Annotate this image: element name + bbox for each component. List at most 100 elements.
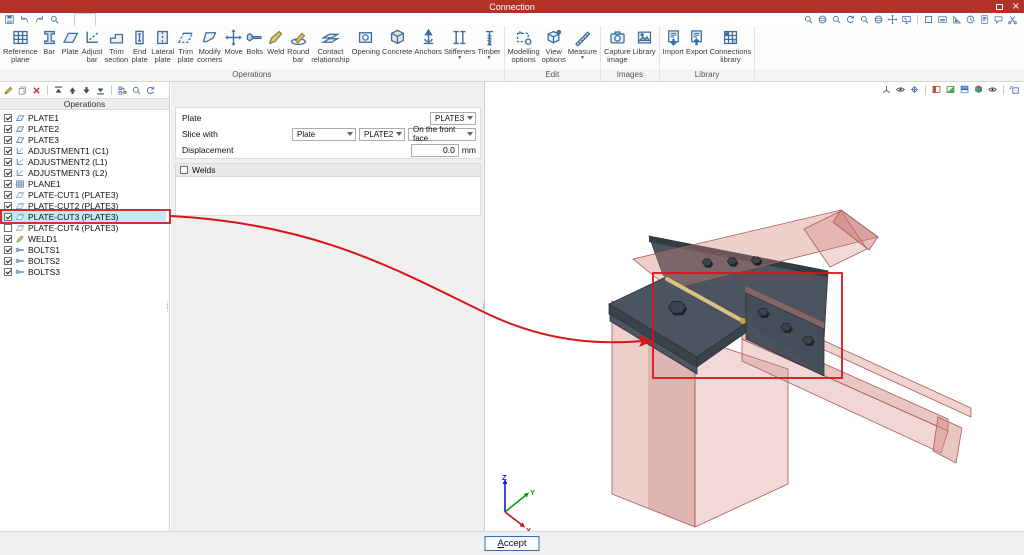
ribbon-button-connections-library[interactable]: Connections library [709, 27, 753, 66]
fit-screen-tool[interactable] [901, 14, 912, 25]
undo-button[interactable] [19, 14, 30, 25]
solid-view-toggle[interactable] [937, 14, 948, 25]
ribbon-button-measure[interactable]: Measure ▼ [567, 27, 598, 61]
close-window-button[interactable]: × [1012, 2, 1020, 12]
ribbon-button-bolts[interactable]: Bolts [244, 27, 265, 57]
camera-view-button[interactable] [895, 84, 906, 95]
ribbon-button-modify-corners[interactable]: Modify corners [196, 27, 223, 66]
item-checkbox[interactable] [4, 114, 12, 122]
protractor-tool[interactable] [951, 14, 962, 25]
tree-item-plane1[interactable]: PLANE1 [0, 178, 166, 189]
rotate-scene-button[interactable] [1009, 84, 1020, 95]
orbit-ball-tool[interactable] [873, 14, 884, 25]
search-operations-button[interactable] [131, 85, 142, 96]
ribbon-button-concrete[interactable]: Concrete [381, 27, 413, 57]
slice-type-select[interactable]: Plate [292, 128, 356, 141]
zoom-all-tool[interactable] [817, 14, 828, 25]
orbit-view-button[interactable] [909, 84, 920, 95]
front-view-button[interactable] [931, 84, 942, 95]
item-checkbox[interactable] [4, 268, 12, 276]
3d-viewport[interactable]: ZYX [486, 82, 1024, 531]
redo-button[interactable] [34, 14, 45, 25]
item-checkbox[interactable] [4, 257, 12, 265]
rotate-view-tool[interactable] [845, 14, 856, 25]
item-checkbox[interactable] [4, 224, 12, 232]
ribbon-tab[interactable] [116, 13, 136, 26]
ribbon-button-trim-section[interactable]: Trim section [103, 27, 129, 66]
welds-checkbox[interactable] [180, 166, 188, 174]
edit-operation-button[interactable] [3, 85, 14, 96]
tree-item-weld1[interactable]: WELD1 [0, 233, 166, 244]
ribbon-button-lateral-plate[interactable]: Lateral plate [150, 27, 175, 66]
tree-item-adjustment1[interactable]: ADJUSTMENT1 (C1) [0, 145, 166, 156]
ribbon-button-stiffeners[interactable]: Stiffeners ▼ [443, 27, 477, 61]
tree-item-bolts1[interactable]: BOLTS1 [0, 244, 166, 255]
section-cut-tool[interactable] [1007, 14, 1018, 25]
ribbon-button-import[interactable]: Import [662, 27, 685, 57]
move-down-button[interactable] [81, 85, 92, 96]
separator[interactable] [917, 15, 918, 25]
ribbon-button-anchors[interactable]: Anchors [413, 27, 443, 57]
ribbon-button-library[interactable]: Library [632, 27, 657, 57]
item-checkbox[interactable] [4, 246, 12, 254]
zoom-selection-tool[interactable] [803, 14, 814, 25]
tree-item-adjustment2[interactable]: ADJUSTMENT2 (L1) [0, 156, 166, 167]
connection-3d-model[interactable]: ZYX [486, 82, 1024, 531]
panel-splitter[interactable]: ⋮⋮ [164, 304, 168, 318]
item-checkbox[interactable] [4, 158, 12, 166]
separator[interactable] [925, 85, 926, 95]
ribbon-button-contact-relationship[interactable]: Contact relationship [310, 27, 350, 66]
item-checkbox[interactable] [4, 202, 12, 210]
zoom-out-tool[interactable] [859, 14, 870, 25]
axes-widget-toggle[interactable] [881, 84, 892, 95]
tree-item-plate-cut3[interactable]: PLATE-CUT3 (PLATE3) [0, 211, 166, 222]
displacement-input[interactable] [411, 144, 459, 157]
ribbon-button-reference-plane[interactable]: Reference plane [2, 27, 39, 66]
ribbon-button-opening[interactable]: Opening [351, 27, 381, 57]
item-checkbox[interactable] [4, 147, 12, 155]
tree-item-plate-cut2[interactable]: PLATE-CUT2 (PLATE3) [0, 200, 166, 211]
item-checkbox[interactable] [4, 125, 12, 133]
new-group-button[interactable] [117, 85, 128, 96]
ribbon-button-plate[interactable]: Plate [60, 27, 81, 57]
zoom-window-tool[interactable] [831, 14, 842, 25]
ribbon-button-adjust-bar[interactable]: Adjust bar [81, 27, 104, 66]
tree-item-bolts3[interactable]: BOLTS3 [0, 266, 166, 277]
ribbon-button-bar[interactable]: Bar [39, 27, 60, 57]
ribbon-button-round-bar[interactable]: Round bar [286, 27, 310, 66]
ribbon-button-export[interactable]: Export [685, 27, 709, 57]
slice-face-select[interactable]: On the front face [408, 128, 476, 141]
tree-item-plate3[interactable]: PLATE3 [0, 134, 166, 145]
report-tool[interactable] [979, 14, 990, 25]
ribbon-button-trim-plate[interactable]: Trim plate [175, 27, 196, 66]
delete-operation-button[interactable] [31, 85, 42, 96]
ribbon-button-timber[interactable]: Timber ▼ [476, 27, 501, 61]
ribbon-tab[interactable] [74, 13, 96, 26]
wireframe-toggle[interactable] [923, 14, 934, 25]
top-view-button[interactable] [959, 84, 970, 95]
item-checkbox[interactable] [4, 191, 12, 199]
separator[interactable] [111, 85, 112, 95]
save-button[interactable] [4, 14, 15, 25]
pan-tool[interactable] [887, 14, 898, 25]
history-tool[interactable] [965, 14, 976, 25]
slice-plate-select[interactable]: PLATE2 [359, 128, 405, 141]
ribbon-button-modelling-options[interactable]: Modelling options [507, 27, 541, 66]
ribbon-button-capture-image[interactable]: Capture image [603, 27, 632, 66]
ribbon-button-end-plate[interactable]: End plate [129, 27, 150, 66]
item-checkbox[interactable] [4, 235, 12, 243]
tree-item-bolts2[interactable]: BOLTS2 [0, 255, 166, 266]
move-last-button[interactable] [95, 85, 106, 96]
item-checkbox[interactable] [4, 136, 12, 144]
move-up-button[interactable] [67, 85, 78, 96]
ribbon-button-move[interactable]: Move [223, 27, 244, 57]
separator[interactable] [1003, 85, 1004, 95]
item-checkbox[interactable] [4, 169, 12, 177]
plate-select[interactable]: PLATE3 [430, 112, 476, 125]
restore-window-button[interactable] [996, 4, 1003, 10]
copy-operation-button[interactable] [17, 85, 28, 96]
isometric-view-button[interactable] [973, 84, 984, 95]
refresh-operations-button[interactable] [145, 85, 156, 96]
ribbon-button-weld[interactable]: Weld [265, 27, 286, 57]
tree-item-plate1[interactable]: PLATE1 [0, 112, 166, 123]
